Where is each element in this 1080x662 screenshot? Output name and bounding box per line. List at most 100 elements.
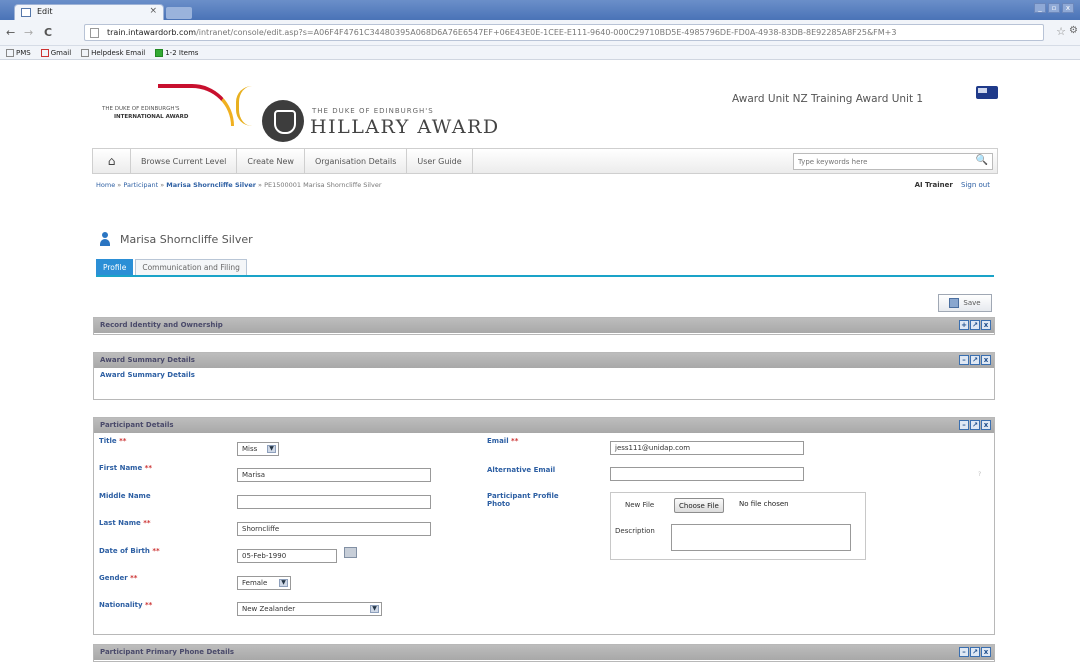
sign-out-link[interactable]: Sign out: [961, 181, 990, 189]
search-input[interactable]: [794, 154, 964, 169]
search-icon[interactable]: 🔍: [976, 155, 988, 166]
nav-browse-current-level[interactable]: Browse Current Level: [131, 149, 238, 173]
user-name: AI Trainer: [914, 181, 953, 189]
brand-subtitle: THE DUKE OF EDINBURGH'S: [312, 107, 434, 115]
close-window-icon[interactable]: x: [1062, 3, 1074, 13]
breadcrumb-person[interactable]: Marisa Shorncliffe Silver: [166, 181, 256, 189]
title-select[interactable]: Miss ▼: [237, 442, 279, 456]
tab-profile[interactable]: Profile: [96, 259, 134, 275]
email-field[interactable]: jess111@unidap.com: [610, 441, 804, 455]
middle-name-field[interactable]: [237, 495, 431, 509]
new-tab-button[interactable]: [166, 7, 192, 19]
person-icon: [100, 232, 110, 246]
browser-tab[interactable]: Edit ×: [14, 4, 164, 20]
reload-icon[interactable]: C: [44, 26, 52, 39]
profile-photo-label: Participant Profile Photo: [487, 492, 559, 508]
expand-icon[interactable]: +: [959, 320, 969, 330]
bookmark-helpdesk[interactable]: Helpdesk Email: [81, 48, 145, 57]
alternative-email-field[interactable]: [610, 467, 804, 481]
alternative-email-label: Alternative Email: [487, 466, 556, 474]
nav-organisation-details[interactable]: Organisation Details: [305, 149, 408, 173]
save-button[interactable]: Save: [938, 294, 992, 312]
close-panel-icon[interactable]: x: [981, 320, 991, 330]
dob-label: Date of Birth **: [99, 547, 160, 555]
international-award-logo: THE DUKE OF EDINBURGH'S INTERNATIONAL AW…: [102, 84, 234, 134]
home-icon[interactable]: ⌂: [93, 149, 131, 173]
panel-title: Award Summary Details: [100, 356, 195, 364]
panel-title: Participant Primary Phone Details: [100, 648, 235, 656]
bookmark-gmail[interactable]: Gmail: [40, 48, 71, 57]
email-label: Email **: [487, 437, 519, 445]
breadcrumb-home[interactable]: Home: [96, 181, 115, 189]
page-favicon-icon: [21, 8, 31, 17]
tab-divider: [96, 275, 994, 277]
first-name-label: First Name **: [99, 464, 152, 472]
title-label: Title **: [99, 437, 127, 445]
middle-name-label: Middle Name: [99, 492, 151, 500]
wrench-icon[interactable]: ⚙: [1069, 25, 1078, 36]
help-icon[interactable]: ?: [978, 471, 981, 478]
collapse-icon[interactable]: –: [959, 355, 969, 365]
nationality-select[interactable]: New Zealander ▼: [237, 602, 382, 616]
dob-field[interactable]: 05-Feb-1990: [237, 549, 337, 563]
url-field[interactable]: train.intawardorb.com/intranet/console/e…: [84, 24, 1044, 41]
bookmark-icon: [6, 48, 14, 57]
disk-icon: [949, 298, 960, 308]
bookmark-pms[interactable]: PMS: [6, 48, 31, 57]
address-bar: ← → C train.intawardorb.com/intranet/con…: [0, 20, 1080, 46]
bookmark-star-icon[interactable]: ☆: [1056, 25, 1066, 38]
chevron-down-icon: ▼: [267, 445, 276, 453]
popout-icon[interactable]: ↗: [970, 355, 980, 365]
bookmark-icon: [81, 48, 90, 57]
last-name-label: Last Name **: [99, 519, 151, 527]
no-file-text: No file chosen: [739, 500, 789, 508]
brand-title: HILLARY AWARD: [310, 116, 500, 138]
tab-communication-and-filing[interactable]: Communication and Filing: [135, 259, 247, 275]
tab-close-icon[interactable]: ×: [149, 6, 157, 16]
browser-titlebar: Edit × _ ▫ x: [0, 0, 1080, 20]
hillary-award-crest-icon: [262, 100, 304, 142]
url-domain: train.intawardorb.com: [107, 28, 197, 37]
panel-title: Participant Details: [100, 421, 174, 429]
description-label: Description: [615, 527, 655, 535]
breadcrumb-record: PE1500001 Marisa Shorncliffe Silver: [264, 181, 382, 189]
popout-icon[interactable]: ↗: [970, 320, 980, 330]
profile-photo-upload: New File Choose File No file chosen Desc…: [610, 492, 866, 560]
maximize-icon[interactable]: ▫: [1048, 3, 1060, 13]
page-icon: [90, 28, 99, 38]
main-nav: ⌂ Browse Current Level Create New Organi…: [92, 148, 998, 174]
panel-award-summary: Award Summary Details – ↗ x Award Summar…: [93, 352, 995, 400]
close-panel-icon[interactable]: x: [981, 420, 991, 430]
description-textarea[interactable]: [671, 524, 851, 551]
forward-icon[interactable]: →: [24, 26, 33, 39]
popout-icon[interactable]: ↗: [970, 647, 980, 657]
user-area: AI Trainer Sign out: [915, 181, 990, 189]
calendar-icon[interactable]: [344, 547, 357, 558]
panel-title: Record Identity and Ownership: [100, 321, 223, 329]
back-icon[interactable]: ←: [6, 26, 15, 39]
collapse-icon[interactable]: –: [959, 420, 969, 430]
nationality-label: Nationality **: [99, 601, 153, 609]
first-name-field[interactable]: Marisa: [237, 468, 431, 482]
choose-file-button[interactable]: Choose File: [674, 498, 724, 513]
minimize-icon[interactable]: _: [1034, 3, 1046, 13]
breadcrumb-participant[interactable]: Participant: [123, 181, 158, 189]
popout-icon[interactable]: ↗: [970, 420, 980, 430]
collapse-icon[interactable]: –: [959, 647, 969, 657]
bookmark-items[interactable]: 1-2 Items: [155, 48, 198, 57]
bookmark-icon: [155, 48, 164, 57]
new-file-label: New File: [625, 501, 655, 509]
gender-select[interactable]: Female ▼: [237, 576, 291, 590]
nav-create-new[interactable]: Create New: [237, 149, 305, 173]
award-unit-title: Award Unit NZ Training Award Unit 1: [732, 93, 924, 105]
url-path: /intranet/console/edit.asp?s=A06F4F4761C…: [196, 28, 897, 37]
chevron-down-icon: ▼: [370, 605, 379, 613]
close-panel-icon[interactable]: x: [981, 647, 991, 657]
bookmarks-bar: PMS Gmail Helpdesk Email 1-2 Items: [0, 46, 1080, 60]
last-name-field[interactable]: Shorncliffe: [237, 522, 431, 536]
nav-user-guide[interactable]: User Guide: [407, 149, 473, 173]
nz-flag-icon[interactable]: [976, 86, 998, 99]
close-panel-icon[interactable]: x: [981, 355, 991, 365]
logo-swoosh: [236, 86, 252, 126]
award-summary-link[interactable]: Award Summary Details: [94, 368, 994, 382]
